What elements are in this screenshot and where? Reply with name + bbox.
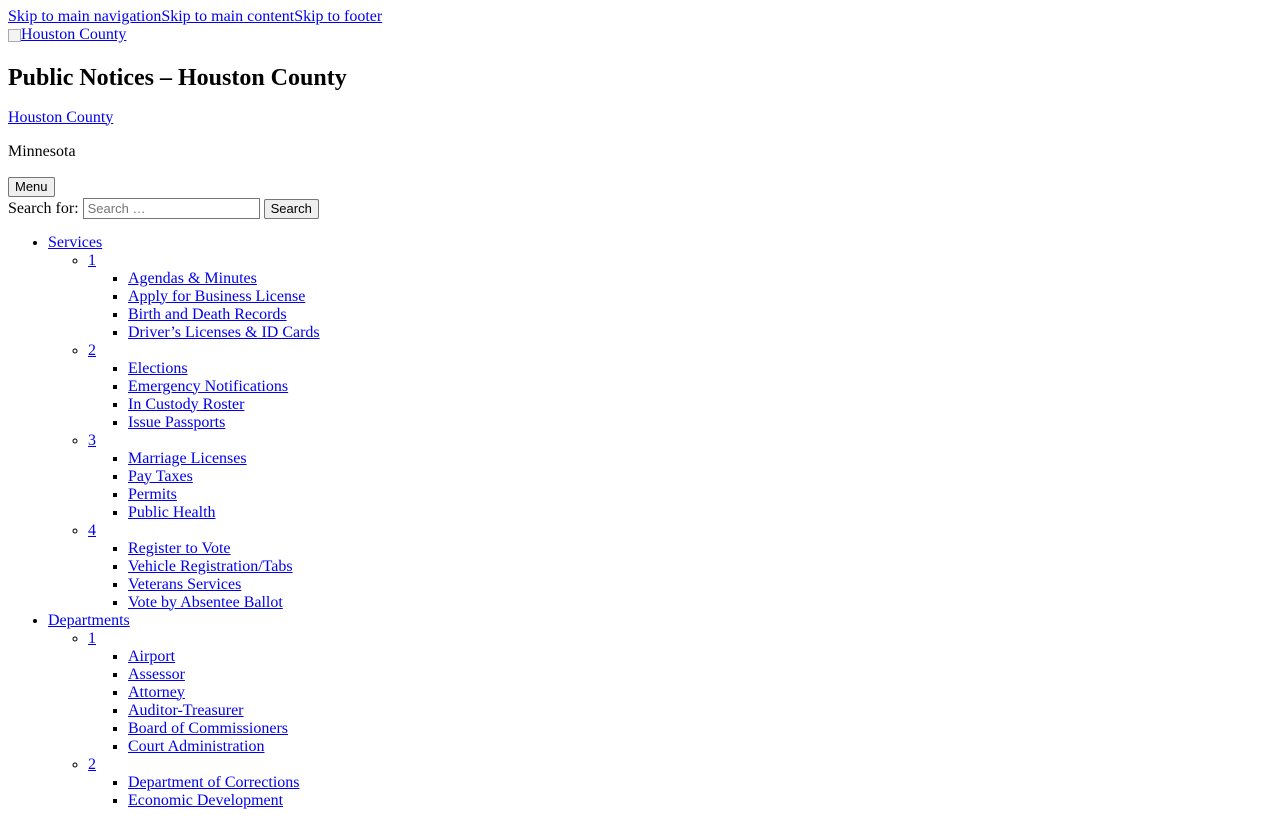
search-label: Search for: [8, 199, 79, 217]
page-title: Public Notices – Houston County [8, 64, 347, 91]
list-item: Marriage Licenses [128, 450, 1272, 468]
nav-item-departments: Departments 1 Airport Assessor Attorney … [48, 612, 1272, 810]
menu-button[interactable]: Menu [8, 176, 55, 197]
services-group-link[interactable]: 4 [88, 522, 96, 539]
list-item: Airport [128, 648, 1272, 666]
skip-links: Skip to main navigationSkip to main cont… [8, 8, 1272, 26]
services-group-list: Register to Vote Vehicle Registration/Ta… [88, 540, 1272, 612]
list-item: Permits [128, 486, 1272, 504]
nav-link[interactable]: Pay Taxes [128, 468, 193, 485]
county-link[interactable]: Houston County [8, 109, 113, 126]
departments-submenu: 1 Airport Assessor Attorney Auditor-Trea… [48, 630, 1272, 810]
nav-link[interactable]: Attorney [128, 684, 185, 701]
list-item: Apply for Business License [128, 288, 1272, 306]
nav-link[interactable]: Board of Commissioners [128, 720, 288, 737]
county-paragraph: Houston County [8, 109, 1272, 127]
nav-link[interactable]: Emergency Notifications [128, 378, 288, 395]
services-group-link[interactable]: 2 [88, 342, 96, 359]
nav-link[interactable]: Vote by Absentee Ballot [128, 594, 283, 611]
page: Skip to main navigationSkip to main cont… [0, 0, 1280, 818]
list-item: Assessor [128, 666, 1272, 684]
list-item: Emergency Notifications [128, 378, 1272, 396]
list-item: Elections [128, 360, 1272, 378]
skip-to-content-link[interactable]: Skip to main content [161, 8, 294, 25]
list-item: Department of Corrections [128, 774, 1272, 792]
state-text: Minnesota [8, 142, 76, 160]
search-button[interactable]: Search [263, 198, 319, 219]
nav-link[interactable]: Permits [128, 486, 177, 503]
nav-link[interactable]: Birth and Death Records [128, 306, 287, 323]
services-group-link[interactable]: 1 [88, 252, 96, 269]
list-item: Agendas & Minutes [128, 270, 1272, 288]
nav-link[interactable]: Court Administration [128, 738, 264, 755]
nav-link[interactable]: Vehicle Registration/Tabs [128, 558, 293, 575]
nav-link-departments[interactable]: Departments [48, 612, 130, 629]
nav-link[interactable]: Airport [128, 648, 175, 665]
logo-alt-text: Houston County [21, 26, 127, 43]
departments-group: 2 Department of Corrections Economic Dev… [88, 756, 1272, 810]
site-logo-link[interactable]: Houston County [8, 26, 126, 44]
nav-link[interactable]: Agendas & Minutes [128, 270, 257, 287]
menu-wrap: Menu [8, 176, 1272, 197]
departments-group: 1 Airport Assessor Attorney Auditor-Trea… [88, 630, 1272, 756]
list-item: Register to Vote [128, 540, 1272, 558]
search-form: Search for: Search [8, 198, 1272, 220]
services-group: 1 Agendas & Minutes Apply for Business L… [88, 252, 1272, 342]
main-navigation: Services 1 Agendas & Minutes Apply for B… [8, 234, 1272, 810]
list-item: Board of Commissioners [128, 720, 1272, 738]
services-group-list: Agendas & Minutes Apply for Business Lic… [88, 270, 1272, 342]
nav-link[interactable]: Marriage Licenses [128, 450, 247, 467]
nav-item-services: Services 1 Agendas & Minutes Apply for B… [48, 234, 1272, 612]
list-item: Vote by Absentee Ballot [128, 594, 1272, 612]
nav-link[interactable]: Issue Passports [128, 414, 225, 431]
departments-group-list: Department of Corrections Economic Devel… [88, 774, 1272, 810]
nav-link[interactable]: Public Health [128, 504, 216, 521]
nav-link[interactable]: Economic Development [128, 792, 283, 809]
services-group: 3 Marriage Licenses Pay Taxes Permits Pu… [88, 432, 1272, 522]
departments-group-link[interactable]: 2 [88, 756, 96, 773]
skip-to-footer-link[interactable]: Skip to footer [294, 8, 382, 25]
list-item: Pay Taxes [128, 468, 1272, 486]
nav-link[interactable]: Apply for Business License [128, 288, 305, 305]
list-item: Economic Development [128, 792, 1272, 810]
services-group: 4 Register to Vote Vehicle Registration/… [88, 522, 1272, 612]
nav-link[interactable]: Auditor-Treasurer [128, 702, 244, 719]
list-item: In Custody Roster [128, 396, 1272, 414]
services-group: 2 Elections Emergency Notifications In C… [88, 342, 1272, 432]
list-item: Issue Passports [128, 414, 1272, 432]
departments-group-list: Airport Assessor Attorney Auditor-Treasu… [88, 648, 1272, 756]
nav-link[interactable]: Register to Vote [128, 540, 231, 557]
services-group-list: Marriage Licenses Pay Taxes Permits Publ… [88, 450, 1272, 522]
nav-link[interactable]: Department of Corrections [128, 774, 300, 791]
services-group-link[interactable]: 3 [88, 432, 96, 449]
nav-link[interactable]: Assessor [128, 666, 185, 683]
list-item: Veterans Services [128, 576, 1272, 594]
services-group-list: Elections Emergency Notifications In Cus… [88, 360, 1272, 432]
search-input[interactable] [82, 198, 260, 219]
nav-link[interactable]: Veterans Services [128, 576, 241, 593]
list-item: Court Administration [128, 738, 1272, 756]
broken-image-icon [8, 28, 21, 42]
list-item: Vehicle Registration/Tabs [128, 558, 1272, 576]
skip-to-navigation-link[interactable]: Skip to main navigation [8, 8, 161, 25]
nav-link[interactable]: Driver’s Licenses & ID Cards [128, 324, 320, 341]
list-item: Birth and Death Records [128, 306, 1272, 324]
list-item: Driver’s Licenses & ID Cards [128, 324, 1272, 342]
nav-link-services[interactable]: Services [48, 234, 102, 251]
nav-link[interactable]: Elections [128, 360, 188, 377]
list-item: Attorney [128, 684, 1272, 702]
nav-link[interactable]: In Custody Roster [128, 396, 244, 413]
list-item: Public Health [128, 504, 1272, 522]
departments-group-link[interactable]: 1 [88, 630, 96, 647]
services-submenu: 1 Agendas & Minutes Apply for Business L… [48, 252, 1272, 612]
list-item: Auditor-Treasurer [128, 702, 1272, 720]
